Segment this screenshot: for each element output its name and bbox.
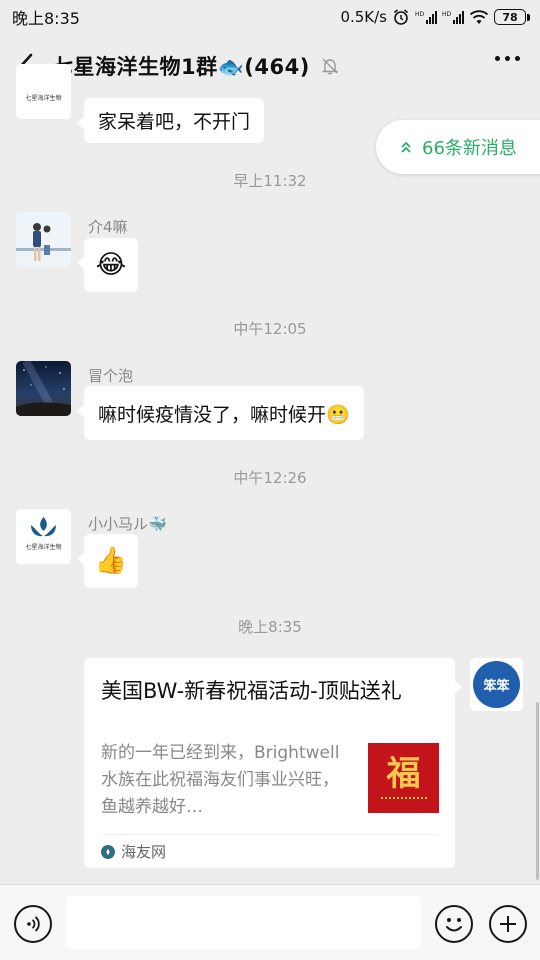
couple-photo-icon bbox=[16, 212, 71, 267]
sender-name: 介4嘛 bbox=[88, 218, 128, 236]
source-logo-icon bbox=[101, 844, 115, 859]
scrollbar[interactable] bbox=[536, 702, 539, 880]
message-timestamp: 晚上8:35 bbox=[238, 618, 302, 636]
status-bar: 晚上8:35 0.5K/s HD HD 78 bbox=[0, 0, 540, 34]
sender-avatar[interactable] bbox=[16, 212, 71, 267]
message-bubble[interactable]: 嘛时候疫情没了，嘛时候开😬 bbox=[77, 386, 364, 440]
voice-icon bbox=[27, 916, 40, 932]
voice-input-button[interactable] bbox=[14, 905, 52, 943]
more-options-button[interactable] bbox=[495, 56, 520, 61]
chat-title: 七星海洋生物1群🐟(464) bbox=[52, 55, 310, 79]
message-timestamp: 早上11:32 bbox=[233, 172, 307, 190]
link-card-thumbnail: 福 bbox=[368, 743, 439, 813]
signal-hd-icon: HD bbox=[415, 9, 437, 25]
chat-header: 七星海洋生物1群🐟(464) bbox=[0, 34, 540, 98]
emoji-message: 😂 bbox=[95, 250, 127, 280]
new-messages-label: 66条新消息 bbox=[422, 138, 517, 159]
card-divider bbox=[101, 834, 438, 835]
emoji-bubble[interactable]: 👍 bbox=[77, 534, 138, 588]
status-icons: 0.5K/s HD HD 78 bbox=[340, 8, 530, 26]
battery-icon: 78 bbox=[494, 9, 530, 25]
message-timestamp: 中午12:05 bbox=[233, 320, 307, 338]
smiley-icon bbox=[446, 918, 462, 932]
message-text: 嘛时候疫情没了，嘛时候开😬 bbox=[98, 403, 350, 426]
mute-bell-icon bbox=[320, 56, 340, 76]
svg-text:HD: HD bbox=[415, 11, 425, 18]
double-chevron-up-icon bbox=[401, 141, 411, 153]
my-avatar-label: 笨笨 bbox=[473, 661, 520, 708]
emoji-button[interactable] bbox=[435, 905, 473, 943]
my-avatar[interactable]: 笨笨 bbox=[470, 658, 523, 711]
message-bubble[interactable]: 家呆着吧，不开门 bbox=[76, 98, 265, 143]
new-messages-button[interactable]: 66条新消息 bbox=[376, 120, 540, 174]
emoji-message: 👍 bbox=[94, 546, 128, 576]
link-card-title: 美国BW-新春祝福活动-顶贴送礼 bbox=[101, 679, 402, 703]
sender-name: 冒个泡 bbox=[88, 367, 134, 385]
status-time: 晚上8:35 bbox=[12, 9, 80, 28]
more-actions-button[interactable] bbox=[489, 905, 527, 943]
message-text: 家呆着吧，不开门 bbox=[98, 111, 251, 133]
sender-avatar[interactable]: 七星海洋生物 bbox=[16, 64, 71, 119]
logo-avatar-label: 七星海洋生物 bbox=[25, 95, 62, 102]
link-card-description: 新的一年已经到来，Brightwell水族在此祝福海友们事业兴旺，鱼越养越好… bbox=[101, 743, 340, 817]
link-card-source: 海友网 bbox=[101, 841, 166, 862]
message-input[interactable] bbox=[66, 896, 421, 949]
thumbnail-fu-character: 福 bbox=[386, 753, 421, 794]
wifi-icon bbox=[469, 9, 489, 25]
sender-avatar[interactable] bbox=[16, 361, 71, 416]
sender-name: 小小马ル🐳 bbox=[88, 515, 167, 533]
emoji-bubble[interactable]: 😂 bbox=[77, 238, 138, 292]
night-sky-icon bbox=[16, 361, 71, 416]
logo-icon bbox=[16, 509, 71, 564]
battery-level: 78 bbox=[494, 9, 526, 25]
alarm-icon bbox=[392, 8, 410, 26]
link-card-source-name: 海友网 bbox=[121, 843, 167, 861]
svg-text:HD: HD bbox=[442, 11, 452, 18]
link-card[interactable]: 美国BW-新春祝福活动-顶贴送礼 新的一年已经到来，Brightwell水族在此… bbox=[84, 658, 462, 868]
signal-hd-icon: HD bbox=[442, 9, 464, 25]
plus-icon bbox=[500, 916, 516, 932]
sender-avatar[interactable]: 七星海洋生物 bbox=[16, 509, 71, 564]
message-timestamp: 中午12:26 bbox=[233, 469, 307, 487]
input-bar bbox=[0, 884, 540, 960]
network-speed: 0.5K/s bbox=[340, 8, 387, 26]
logo-avatar-label: 七星海洋生物 bbox=[25, 544, 62, 551]
